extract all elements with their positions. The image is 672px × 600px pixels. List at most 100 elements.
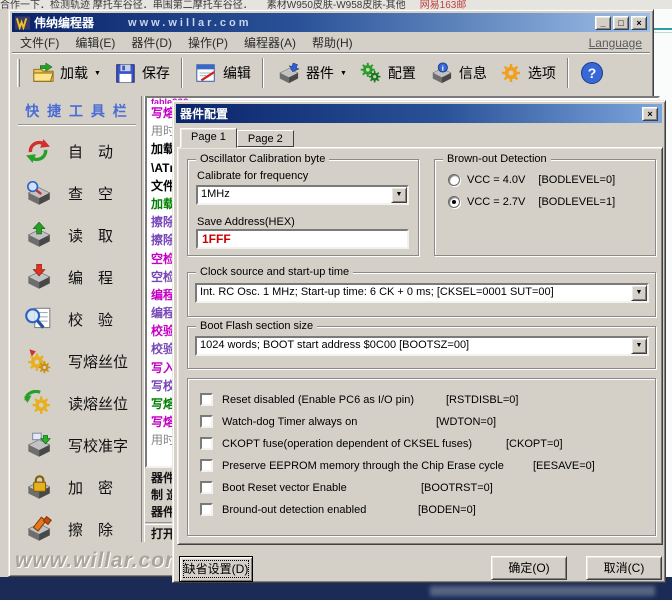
sidebar-item-label: 查 空	[68, 183, 113, 204]
minimize-button[interactable]: _	[595, 16, 611, 30]
toolbar-config-button[interactable]: 配置	[353, 59, 422, 87]
combo-dropdown-icon[interactable]: ▼	[391, 187, 407, 203]
background-text-mail: 网易163邮	[420, 0, 467, 9]
toolbar-info-button[interactable]: i 信息	[422, 59, 493, 87]
group-title: Clock source and start-up time	[196, 266, 353, 278]
sidebar-item-encrypt[interactable]: 加 密	[13, 466, 141, 508]
menu-item-operate[interactable]: 操作(P)	[180, 32, 236, 53]
dialog-titlebar[interactable]: 器件配置 ×	[176, 104, 662, 123]
tab-page-2[interactable]: Page 2	[237, 130, 294, 147]
device-config-dialog: 器件配置 × Page 1 Page 2 Oscillator Calibrat…	[172, 100, 666, 583]
checkbox-rstdisbl[interactable]: Reset disabled (Enable PC6 as I/O pin)	[200, 392, 414, 407]
checkbox-bootrst[interactable]: Boot Reset vector Enable	[200, 480, 347, 495]
radio-label: VCC = 4.0V	[467, 174, 525, 186]
chip-device-icon	[275, 62, 301, 84]
checkbox-icon[interactable]	[200, 415, 213, 428]
toolbar-separator	[181, 58, 183, 88]
save-address-input[interactable]: 1FFF	[196, 229, 409, 249]
checkbox-icon[interactable]	[200, 481, 213, 494]
menu-item-language[interactable]: Language	[589, 36, 650, 50]
tab-page-1[interactable]: Page 1	[180, 128, 237, 148]
cancel-button[interactable]: 取消(C)	[586, 556, 662, 580]
combo-dropdown-icon[interactable]: ▼	[631, 285, 647, 301]
load-dropdown-caret-icon[interactable]: ▼	[94, 70, 101, 77]
toolbar-options-button[interactable]: 选项	[493, 59, 562, 87]
app-titlebar[interactable]: 伟纳编程器 www.willar.com _ □ ×	[12, 13, 650, 32]
brown-out-detection-group: Brown-out Detection VCC = 4.0V [BODLEVEL…	[434, 159, 656, 256]
fuse-code: [BODEN=0]	[418, 504, 476, 516]
device-dropdown-caret-icon[interactable]: ▼	[340, 70, 347, 77]
dialog-close-button[interactable]: ×	[642, 107, 658, 121]
sidebar-item-read[interactable]: 读 取	[13, 214, 141, 256]
menu-item-edit[interactable]: 编辑(E)	[67, 32, 123, 53]
sidebar-item-auto[interactable]: 自 动	[13, 130, 141, 172]
frequency-combobox[interactable]: 1MHz ▼	[196, 185, 409, 205]
checkbox-eesave[interactable]: Preserve EEPROM memory through the Chip …	[200, 458, 504, 473]
sidebar-item-blank-check[interactable]: 查 空	[13, 172, 141, 214]
sidebar-item-write-calibration[interactable]: 写校准字	[13, 424, 141, 466]
toolbar-device-label: 器件	[306, 63, 334, 83]
menu-item-help[interactable]: 帮助(H)	[304, 32, 361, 53]
close-button[interactable]: ×	[631, 16, 647, 30]
toolbar-load-button[interactable]: 加载 ▼	[25, 59, 107, 87]
maximize-button[interactable]: □	[613, 16, 629, 30]
fuse-code: [WDTON=0]	[436, 416, 496, 428]
group-title: Brown-out Detection	[443, 153, 551, 165]
edit-document-icon	[194, 62, 218, 84]
sidebar-item-label: 编 程	[68, 267, 113, 288]
checkbox-icon[interactable]	[200, 503, 213, 516]
quick-toolbar-sidebar: 快 捷 工 具 栏 自 动 查 空	[13, 96, 141, 542]
sidebar-item-verify[interactable]: 校 验	[13, 298, 141, 340]
toolbar-help-button[interactable]: ?	[574, 58, 610, 88]
radio-code: [BODLEVEL=1]	[538, 196, 615, 208]
checkbox-icon[interactable]	[200, 437, 213, 450]
clock-source-group: Clock source and start-up time Int. RC O…	[187, 272, 656, 317]
background-browser-strip: 合作一下．检测轨迹 摩托车谷径．串围第二摩托车谷径． 素材W950皮肤-W958…	[0, 0, 672, 9]
radio-bodlevel-0[interactable]: VCC = 4.0V [BODLEVEL=0]	[448, 174, 615, 186]
dialog-tabs: Page 1 Page 2	[180, 128, 294, 148]
sidebar-item-write-fuse[interactable]: 写熔丝位	[13, 340, 141, 382]
checkbox-wdton[interactable]: Watch-dog Timer always on	[200, 414, 357, 429]
background-text-left: 合作一下．检测轨迹 摩托车谷径．串围第二摩托车谷径．	[0, 0, 253, 9]
divider	[654, 32, 672, 33]
write-calibration-icon	[23, 432, 53, 458]
toolbar-edit-button[interactable]: 编辑	[188, 59, 257, 87]
window-title: 伟纳编程器	[34, 14, 94, 31]
toolbar-grip[interactable]	[17, 59, 20, 87]
radio-bodlevel-1[interactable]: VCC = 2.7V [BODLEVEL=1]	[448, 196, 615, 208]
clock-source-combobox[interactable]: Int. RC Osc. 1 MHz; Start-up time: 6 CK …	[195, 283, 649, 303]
checkbox-boden[interactable]: Bround-out detection enabled	[200, 502, 366, 517]
boot-flash-value: 1024 words; BOOT start address $0C00 [BO…	[197, 338, 631, 352]
radio-icon[interactable]	[448, 174, 460, 186]
checkbox-icon[interactable]	[200, 393, 213, 406]
checkbox-icon[interactable]	[200, 459, 213, 472]
eraser-icon	[23, 516, 53, 542]
sidebar-title: 快 捷 工 具 栏	[13, 96, 141, 124]
sidebar-item-label: 自 动	[68, 141, 113, 162]
menu-item-device[interactable]: 器件(D)	[123, 32, 180, 53]
tab-page-content: Oscillator Calibration byte Calibrate fo…	[177, 147, 663, 545]
verify-magnifier-icon	[23, 306, 53, 332]
ok-button[interactable]: 确定(O)	[491, 556, 567, 580]
screen: 合作一下．检测轨迹 摩托车谷径．串围第二摩托车谷径． 素材W950皮肤-W958…	[0, 0, 672, 600]
toolbar-edit-label: 编辑	[223, 63, 251, 83]
menu-item-programmer[interactable]: 编程器(A)	[236, 32, 304, 53]
combo-dropdown-icon[interactable]: ▼	[631, 338, 647, 354]
boot-flash-combobox[interactable]: 1024 words; BOOT start address $0C00 [BO…	[195, 336, 649, 356]
default-settings-button[interactable]: 缺省设置(D)	[179, 556, 253, 582]
sidebar-item-label: 写校准字	[68, 435, 128, 456]
menu-item-file[interactable]: 文件(F)	[12, 32, 67, 53]
sidebar-item-program[interactable]: 编 程	[13, 256, 141, 298]
cancel-label: 取消(C)	[604, 561, 645, 575]
toolbar-device-button[interactable]: 器件 ▼	[269, 59, 353, 87]
sidebar-item-erase[interactable]: 擦 除	[13, 508, 141, 550]
toolbar-save-label: 保存	[142, 63, 170, 83]
checkbox-label: Preserve EEPROM memory through the Chip …	[222, 460, 504, 472]
checkbox-ckopt[interactable]: CKOPT fuse(operation dependent of CKSEL …	[200, 436, 472, 451]
sidebar-item-label: 校 验	[68, 309, 113, 330]
taskbar-text-smudge	[430, 586, 655, 596]
toolbar-save-button[interactable]: 保存	[107, 59, 176, 87]
divider	[18, 124, 136, 126]
sidebar-item-read-fuse[interactable]: 读熔丝位	[13, 382, 141, 424]
radio-selected-icon[interactable]	[448, 196, 460, 208]
